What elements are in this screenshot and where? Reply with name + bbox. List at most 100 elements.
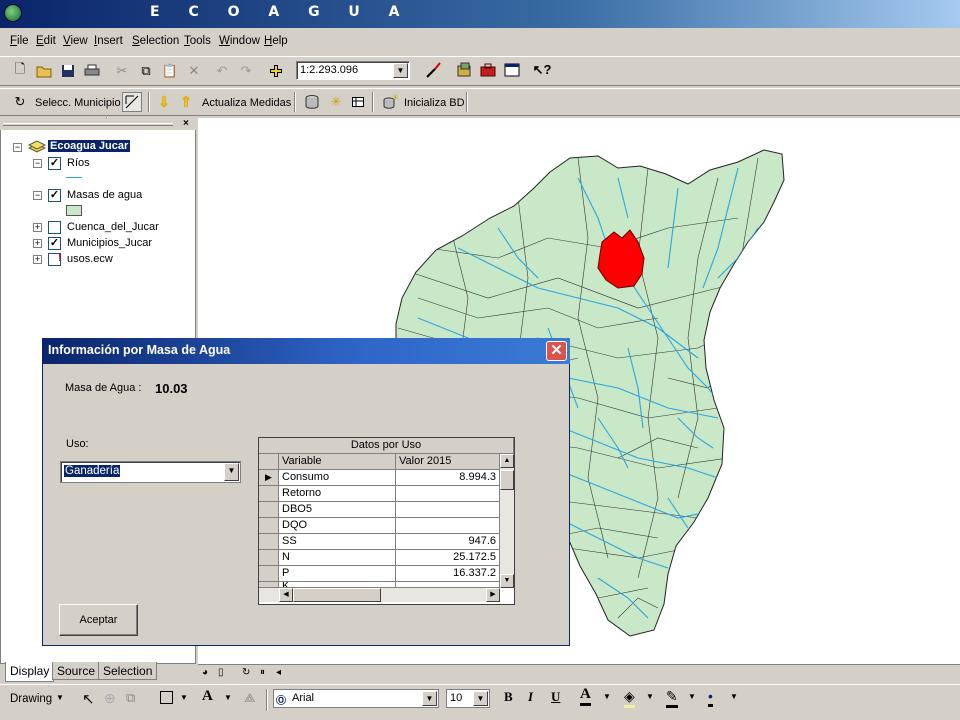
table-row[interactable]: Consumo bbox=[279, 470, 396, 486]
aceptar-button[interactable]: Aceptar bbox=[59, 604, 138, 636]
table-row[interactable]: DBO5 bbox=[279, 502, 396, 518]
scroll-thumb[interactable] bbox=[500, 470, 514, 490]
scroll-left-icon[interactable]: ◀ bbox=[279, 588, 293, 602]
collapse-icon[interactable]: − bbox=[33, 191, 42, 200]
new-document-icon[interactable]: 🗋 bbox=[10, 61, 30, 81]
bold-button[interactable]: B bbox=[504, 689, 513, 705]
arrow-up-icon[interactable]: ⇑ bbox=[176, 92, 196, 112]
close-icon[interactable]: × bbox=[183, 118, 189, 129]
layer-label-rios[interactable]: Ríos bbox=[67, 157, 90, 169]
command-line-icon[interactable] bbox=[502, 60, 522, 80]
table-icon[interactable] bbox=[348, 92, 368, 112]
chevron-down-icon[interactable]: ▼ bbox=[180, 693, 188, 702]
layer-checkbox-masas[interactable]: ✓ bbox=[48, 189, 61, 202]
row-selector[interactable] bbox=[259, 502, 279, 518]
table-row[interactable]: Retorno bbox=[279, 486, 396, 502]
chevron-down-icon[interactable]: ▼ bbox=[224, 693, 232, 702]
table-row[interactable]: P bbox=[279, 566, 396, 582]
app-globe-icon[interactable] bbox=[4, 4, 22, 22]
edit-vertices-icon[interactable]: ⟁ bbox=[244, 690, 256, 706]
chevron-down-icon[interactable]: ▼ bbox=[646, 692, 654, 701]
sparkle-icon[interactable]: ✳ bbox=[326, 92, 346, 112]
row-selector[interactable] bbox=[259, 550, 279, 566]
menu-view[interactable]: View bbox=[63, 35, 88, 47]
menu-selection[interactable]: Selection bbox=[132, 35, 179, 47]
print-icon[interactable] bbox=[82, 61, 102, 81]
arctoolbox-icon[interactable] bbox=[478, 60, 498, 80]
layer-label-masas[interactable]: Masas de agua bbox=[67, 189, 142, 201]
undo-icon[interactable]: ↶ bbox=[212, 61, 232, 81]
actualiza-medidas-button[interactable]: Actualiza Medidas bbox=[202, 97, 291, 109]
datos-por-uso-grid[interactable]: Datos por Uso Variable Valor 2015 ▶ Cons… bbox=[258, 437, 515, 605]
scroll-down-icon[interactable]: ▼ bbox=[500, 574, 514, 588]
font-combo[interactable]: Ⓞ Arial ▼ bbox=[273, 689, 439, 708]
arrow-down-icon[interactable]: ⇓ bbox=[154, 92, 174, 112]
layout-view-icon[interactable]: ▯ bbox=[218, 667, 224, 678]
uso-select[interactable]: Ganadería ▼ bbox=[60, 461, 241, 483]
expand-icon[interactable]: + bbox=[33, 223, 42, 232]
layer-label-cuenca[interactable]: Cuenca_del_Jucar bbox=[67, 221, 159, 233]
chevron-down-icon[interactable]: ▼ bbox=[473, 691, 488, 706]
map-scale-combo[interactable]: 1:2.293.096 ▼ bbox=[296, 61, 410, 80]
menu-tools[interactable]: Tools bbox=[184, 35, 211, 47]
menu-help[interactable]: Help bbox=[264, 35, 288, 47]
menu-window[interactable]: Window bbox=[219, 35, 260, 47]
paste-icon[interactable]: 📋 bbox=[160, 61, 180, 81]
row-selector[interactable] bbox=[259, 534, 279, 550]
table-row[interactable]: DQO bbox=[279, 518, 396, 534]
table-cell[interactable]: 25.172.5 bbox=[396, 550, 500, 566]
select-municipio-button[interactable]: Selecc. Municipio bbox=[35, 97, 121, 109]
table-cell[interactable] bbox=[396, 502, 500, 518]
row-selector[interactable] bbox=[259, 518, 279, 534]
pause-icon[interactable]: ⏸ bbox=[260, 667, 265, 678]
scroll-up-icon[interactable]: ▲ bbox=[500, 454, 514, 468]
database-icon[interactable] bbox=[302, 92, 322, 112]
copy-icon[interactable]: ⧉ bbox=[136, 61, 156, 81]
open-folder-icon[interactable] bbox=[34, 61, 54, 81]
fill-color-icon[interactable]: ◈ bbox=[624, 688, 635, 708]
expand-icon[interactable]: + bbox=[33, 255, 42, 264]
drawing-menu[interactable]: Drawing bbox=[10, 693, 52, 705]
chevron-down-icon[interactable]: ▼ bbox=[393, 63, 408, 78]
globe-view-icon[interactable]: ◕ bbox=[202, 667, 208, 678]
tab-display[interactable]: Display bbox=[5, 662, 55, 682]
table-row[interactable]: SS bbox=[279, 534, 396, 550]
row-selector[interactable] bbox=[259, 566, 279, 582]
rotate-icon[interactable]: ⊕ bbox=[104, 690, 116, 707]
chevron-down-icon[interactable]: ▼ bbox=[688, 692, 696, 701]
chevron-down-icon[interactable]: ▼ bbox=[730, 692, 738, 701]
layer-label-usos[interactable]: usos.ecw bbox=[67, 253, 113, 265]
italic-button[interactable]: I bbox=[528, 689, 533, 705]
font-color-button[interactable]: A bbox=[580, 686, 591, 706]
tab-selection[interactable]: Selection bbox=[98, 662, 158, 680]
table-cell[interactable]: 16.337.2 bbox=[396, 566, 500, 582]
tab-source[interactable]: Source bbox=[52, 662, 101, 680]
row-selector[interactable] bbox=[259, 486, 279, 502]
delete-icon[interactable]: ✕ bbox=[184, 61, 204, 81]
redo-icon[interactable]: ↷ bbox=[236, 61, 256, 81]
whats-this-icon[interactable]: ↖? bbox=[532, 60, 552, 80]
marker-color-icon[interactable]: • bbox=[708, 688, 713, 707]
col-valor[interactable]: Valor 2015 bbox=[396, 454, 500, 470]
layer-checkbox-rios[interactable]: ✓ bbox=[48, 157, 61, 170]
chevron-down-icon[interactable]: ▼ bbox=[422, 691, 437, 706]
menu-insert[interactable]: Insert bbox=[94, 35, 123, 47]
scroll-left-icon[interactable]: ◂ bbox=[276, 667, 281, 678]
cut-icon[interactable]: ✂ bbox=[112, 61, 132, 81]
select-feature-icon[interactable] bbox=[122, 92, 142, 112]
table-cell[interactable] bbox=[396, 486, 500, 502]
arccatalog-icon[interactable] bbox=[454, 60, 474, 80]
layer-checkbox-municipios[interactable]: ✓ bbox=[48, 237, 61, 250]
inicializa-bd-button[interactable]: Inicializa BD bbox=[404, 97, 465, 109]
table-cell[interactable]: 947.6 bbox=[396, 534, 500, 550]
layer-label-municipios[interactable]: Municipios_Jucar bbox=[67, 237, 152, 249]
collapse-icon[interactable]: − bbox=[13, 143, 22, 152]
text-tool-icon[interactable]: A bbox=[202, 688, 213, 705]
menu-edit[interactable]: Edit bbox=[36, 35, 56, 47]
table-cell[interactable] bbox=[396, 518, 500, 534]
layer-checkbox-cuenca[interactable] bbox=[48, 221, 61, 234]
editor-icon[interactable] bbox=[424, 60, 444, 80]
close-icon[interactable]: ✕ bbox=[546, 341, 567, 361]
expand-icon[interactable]: + bbox=[33, 239, 42, 248]
toc-root-label[interactable]: Ecoagua Jucar bbox=[48, 140, 131, 152]
